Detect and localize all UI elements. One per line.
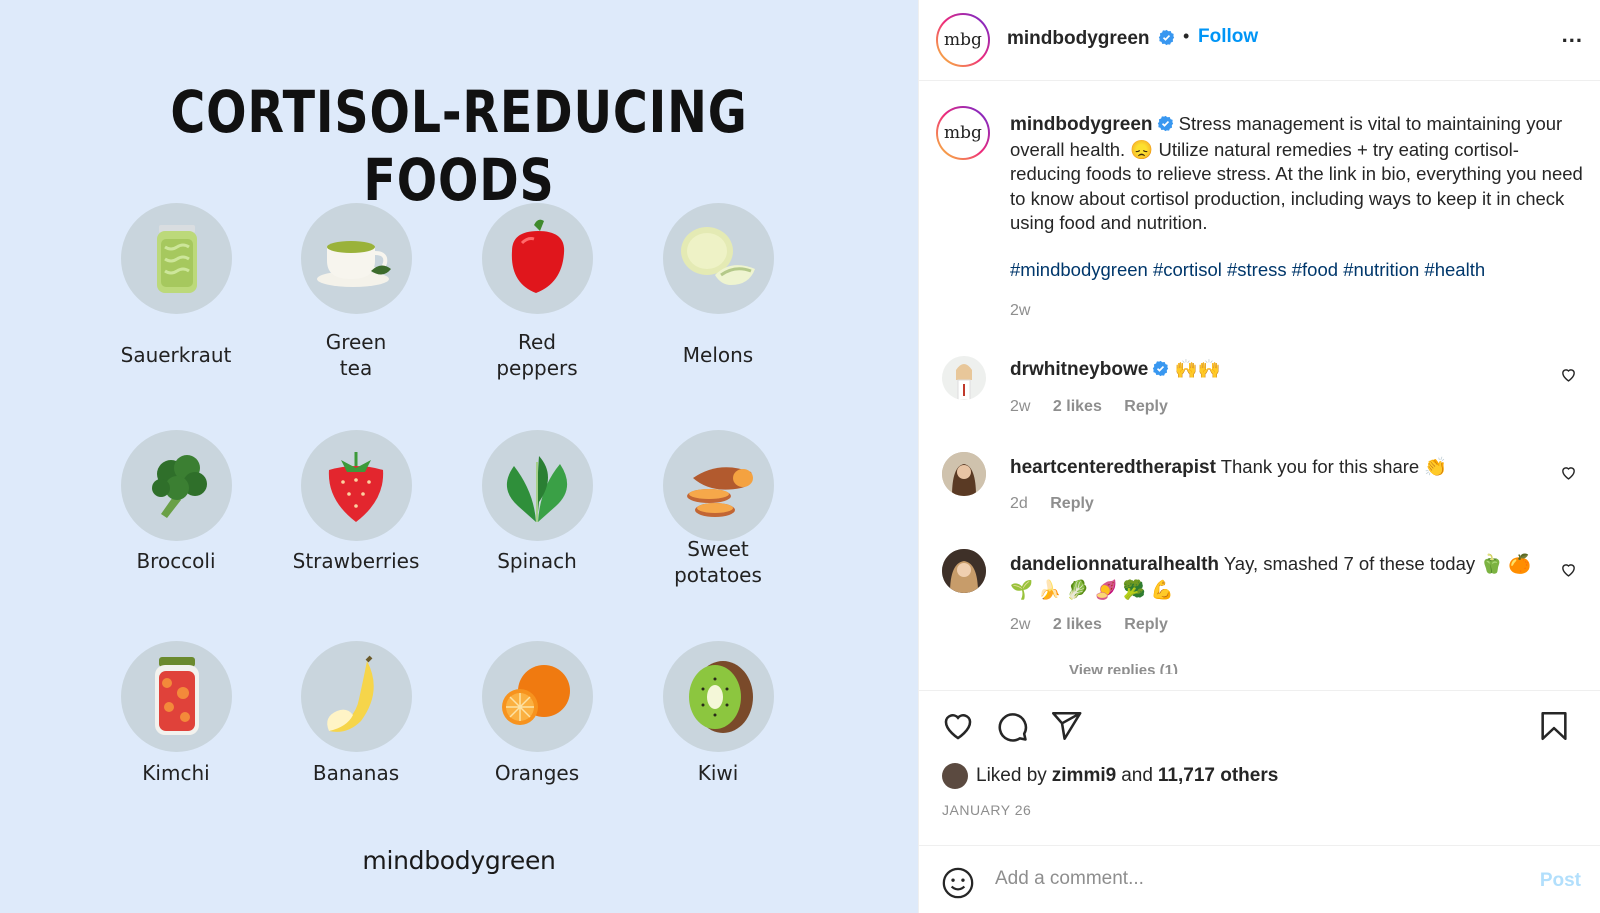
food-label: Strawberries	[292, 549, 420, 573]
comment-reply-button[interactable]: Reply	[1124, 398, 1168, 415]
food-label: Spinach	[497, 549, 577, 573]
comment-reply-button[interactable]: Reply	[1124, 616, 1168, 633]
username-link[interactable]: mindbodygreen	[1007, 28, 1150, 49]
food-label: Sweet potatoes	[674, 537, 762, 587]
verified-badge-icon	[1153, 360, 1169, 377]
likes-count[interactable]: 11,717 others	[1158, 765, 1278, 787]
header-user: mindbodygreen	[1007, 28, 1175, 50]
caption-time[interactable]: 2w	[1010, 302, 1030, 320]
comment-username[interactable]: dandelionnaturalhealth	[1010, 554, 1219, 575]
food-label: Broccoli	[136, 549, 216, 573]
post-caption: mindbodygreen Stress management is vital…	[1010, 112, 1585, 236]
post-image[interactable]: CORTISOL-REDUCING FOODS Sauerkraut Green…	[0, 0, 918, 913]
commenter-avatar[interactable]	[942, 452, 986, 496]
avatar[interactable]: mbg	[936, 13, 990, 67]
post-sidebar: mbg mindbodygreen • Follow ... mbg mindb…	[918, 0, 1600, 913]
strawberry-icon	[301, 430, 412, 541]
food-label: Kimchi	[142, 761, 210, 785]
sweet-potato-icon	[663, 430, 774, 541]
liker-avatar	[942, 763, 968, 789]
caption-hashtags[interactable]: #mindbodygreen #cortisol #stress #food #…	[1010, 259, 1485, 281]
comment-time[interactable]: 2w	[1010, 398, 1030, 415]
comment-likes[interactable]: 2 likes	[1053, 616, 1102, 633]
food-label: Green tea	[325, 330, 387, 380]
poster-title: CORTISOL-REDUCING FOODS	[170, 78, 748, 214]
kimchi-jar-icon	[121, 641, 232, 752]
caption-avatar[interactable]: mbg	[936, 106, 990, 160]
bookmark-save-icon[interactable]	[1537, 709, 1571, 743]
food-label: Oranges	[494, 761, 580, 785]
comment-meta: 2d Reply	[1010, 495, 1112, 513]
comment-username[interactable]: drwhitneybowe	[1010, 359, 1148, 380]
liked-by-prefix: Liked by	[976, 765, 1047, 786]
comment-body: heartcenteredtherapist Thank you for thi…	[1010, 454, 1550, 480]
comment-text: 🙌🙌	[1174, 358, 1221, 379]
add-comment-bar: Post	[919, 845, 1600, 913]
melon-icon	[663, 203, 774, 314]
post-date[interactable]: JANUARY 26	[942, 802, 1031, 818]
comment-like-icon[interactable]	[1560, 464, 1577, 481]
poster-brand-logo: mindbodygreen	[362, 846, 556, 875]
emoji-icon[interactable]	[941, 866, 975, 900]
comment-time[interactable]: 2d	[1010, 495, 1028, 512]
kiwi-icon	[663, 641, 774, 752]
orange-icon	[482, 641, 593, 752]
comment-body: dandelionnaturalhealth Yay, smashed 7 of…	[1010, 551, 1550, 602]
food-label: Kiwi	[697, 761, 739, 785]
banana-icon	[301, 641, 412, 752]
food-label: Red peppers	[496, 330, 578, 380]
like-heart-icon[interactable]	[941, 709, 975, 743]
comment-likes[interactable]: 2 likes	[1053, 398, 1102, 415]
comment-like-icon[interactable]	[1560, 561, 1577, 578]
action-bar: Liked by zimmi9 and 11,717 others JANUAR…	[919, 690, 1600, 838]
post-header: mbg mindbodygreen • Follow ...	[919, 0, 1600, 81]
comment-body: drwhitneybowe 🙌🙌	[1010, 356, 1550, 382]
view-replies-link[interactable]: View replies (1)	[1069, 662, 1178, 674]
green-tea-cup-icon	[301, 203, 412, 314]
comment-time[interactable]: 2w	[1010, 616, 1030, 633]
comment-input[interactable]	[995, 868, 1505, 890]
spinach-icon	[482, 430, 593, 541]
liker-username[interactable]: zimmi9	[1052, 765, 1116, 787]
comment-meta: 2w 2 likes Reply	[1010, 398, 1186, 416]
comment-reply-button[interactable]: Reply	[1050, 495, 1094, 512]
comment-bubble-icon[interactable]	[995, 709, 1029, 743]
follow-button[interactable]: Follow	[1198, 26, 1258, 48]
broccoli-icon	[121, 430, 232, 541]
comment-meta: 2w 2 likes Reply	[1010, 616, 1186, 634]
food-label: Bananas	[312, 761, 400, 785]
post-comment-button[interactable]: Post	[1540, 870, 1581, 892]
comment-like-icon[interactable]	[1560, 366, 1577, 383]
share-send-icon[interactable]	[1049, 709, 1083, 743]
sauerkraut-jar-icon	[121, 203, 232, 314]
caption-username[interactable]: mindbodygreen	[1010, 114, 1153, 135]
red-pepper-icon	[482, 203, 593, 314]
verified-badge-icon	[1158, 29, 1175, 46]
liked-by-and: and	[1121, 765, 1153, 786]
verified-badge-icon	[1157, 115, 1173, 132]
more-options-icon[interactable]: ...	[1562, 22, 1583, 48]
comment-text: Thank you for this share 👏	[1220, 456, 1448, 477]
avatar-text: mbg	[938, 15, 988, 65]
likes-summary[interactable]: Liked by zimmi9 and 11,717 others	[942, 763, 1283, 789]
avatar-text: mbg	[938, 108, 988, 158]
separator-dot: •	[1183, 26, 1190, 46]
commenter-avatar[interactable]	[942, 549, 986, 593]
food-label: Melons	[682, 343, 754, 367]
comment-username[interactable]: heartcenteredtherapist	[1010, 457, 1216, 478]
food-label: Sauerkraut	[120, 343, 232, 367]
commenter-avatar[interactable]	[942, 356, 986, 400]
